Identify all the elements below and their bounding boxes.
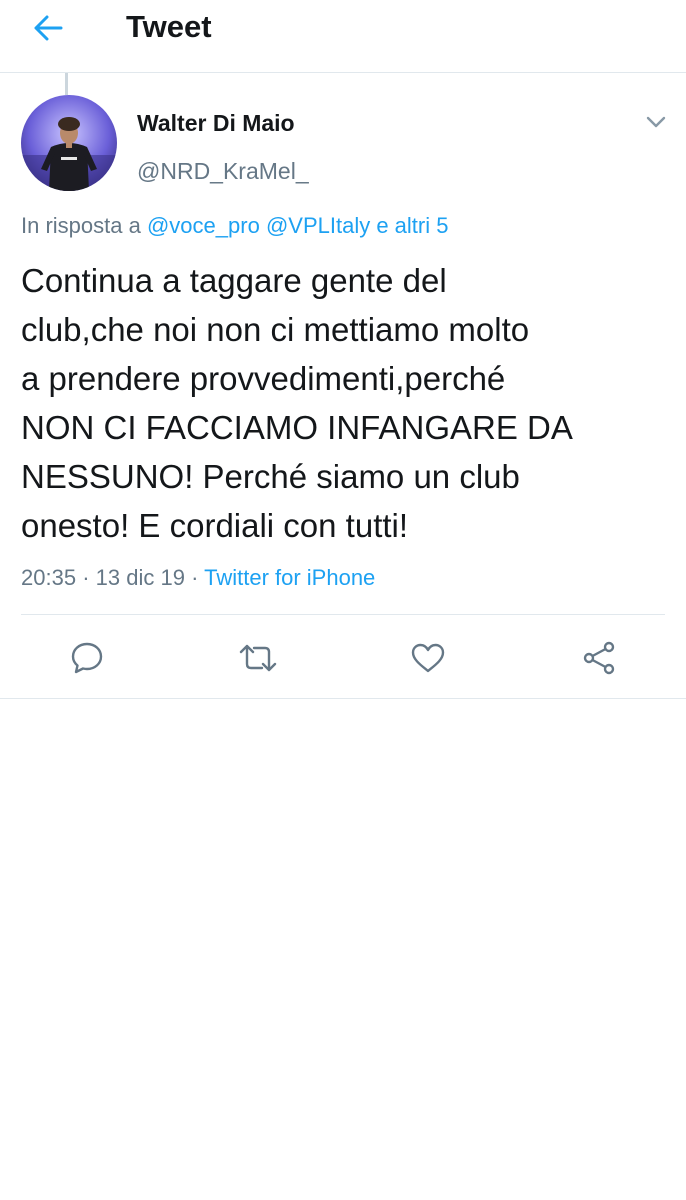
meta-separator: ·	[82, 565, 90, 590]
tweet-text: Continua a taggare gente del club,che no…	[21, 262, 573, 544]
mention-link[interactable]: @VPLItaly	[266, 213, 370, 238]
reply-bubble-icon	[71, 642, 103, 674]
reply-context: In risposta a @voce_pro @VPLItaly e altr…	[21, 210, 448, 242]
top-bar: Tweet	[0, 0, 686, 73]
meta-separator: ·	[191, 565, 199, 590]
mention-link[interactable]: @voce_pro	[147, 213, 260, 238]
reply-button[interactable]	[65, 636, 109, 680]
share-icon	[583, 641, 615, 675]
chevron-down-icon	[646, 116, 666, 128]
author-name[interactable]: Walter Di Maio	[137, 108, 295, 138]
page-title: Tweet	[126, 9, 212, 44]
heart-icon	[411, 643, 445, 673]
thread-connector	[65, 73, 68, 95]
tweet-menu-button[interactable]	[638, 106, 674, 138]
avatar[interactable]	[21, 95, 117, 191]
retweet-button[interactable]	[236, 636, 280, 680]
tweet-date: 13 dic 19	[95, 565, 185, 590]
like-button[interactable]	[406, 636, 450, 680]
tweet-time: 20:35	[21, 565, 77, 590]
avatar-image	[21, 95, 117, 191]
retweet-icon	[239, 644, 277, 672]
arrow-left-icon	[34, 15, 63, 41]
divider	[21, 614, 665, 615]
tweet-meta: 20:35 · 13 dic 19 · Twitter for iPhone	[21, 562, 375, 594]
reply-prefix: In risposta a	[21, 213, 141, 238]
share-button[interactable]	[577, 636, 621, 680]
author-handle[interactable]: @NRD_KraMel_	[137, 156, 309, 186]
back-button[interactable]	[26, 8, 70, 48]
tweet-source-link[interactable]: Twitter for iPhone	[204, 565, 375, 590]
divider	[0, 698, 686, 699]
others-link[interactable]: e altri 5	[376, 213, 448, 238]
